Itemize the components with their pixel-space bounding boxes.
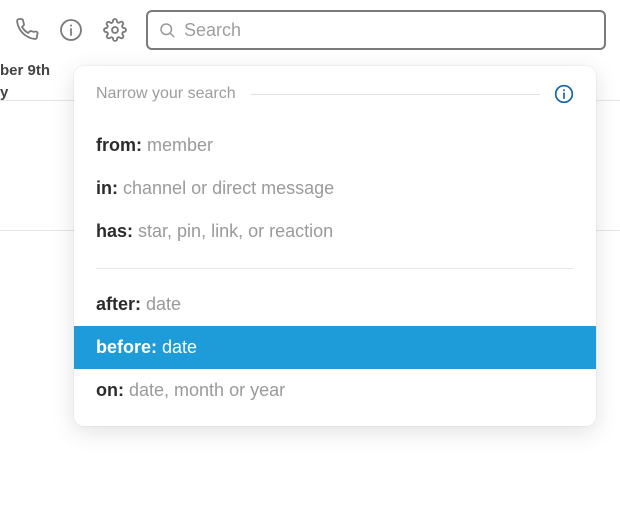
gear-icon[interactable] — [102, 17, 128, 43]
info-icon[interactable] — [554, 84, 574, 104]
modifier-value: channel or direct message — [123, 178, 334, 198]
modifier-key: from: — [96, 135, 142, 155]
background-text: y — [0, 84, 8, 101]
modifier-from[interactable]: from: member — [74, 124, 596, 167]
modifier-value: member — [147, 135, 213, 155]
background-text: ber 9th — [0, 62, 50, 79]
modifier-before[interactable]: before: date — [74, 326, 596, 369]
info-icon[interactable] — [58, 17, 84, 43]
search-field[interactable] — [146, 10, 606, 50]
modifier-has[interactable]: has: star, pin, link, or reaction — [74, 210, 596, 253]
modifier-key: after: — [96, 294, 141, 314]
modifier-after[interactable]: after: date — [74, 283, 596, 326]
dropdown-header-label: Narrow your search — [96, 85, 236, 103]
search-modifiers-dropdown: Narrow your search from: member in: chan… — [74, 66, 596, 426]
modifier-value: date — [146, 294, 181, 314]
divider — [250, 94, 540, 95]
modifier-value: date, month or year — [129, 380, 285, 400]
search-input[interactable] — [184, 20, 594, 41]
modifier-key: in: — [96, 178, 118, 198]
modifier-key: before: — [96, 337, 157, 357]
modifier-key: has: — [96, 221, 133, 241]
divider — [96, 268, 574, 269]
search-icon — [158, 21, 176, 39]
modifier-in[interactable]: in: channel or direct message — [74, 167, 596, 210]
modifier-on[interactable]: on: date, month or year — [74, 369, 596, 412]
modifier-value: star, pin, link, or reaction — [138, 221, 333, 241]
modifier-key: on: — [96, 380, 124, 400]
call-icon[interactable] — [14, 17, 40, 43]
modifier-value: date — [162, 337, 197, 357]
dropdown-list: from: member in: channel or direct messa… — [74, 114, 596, 412]
